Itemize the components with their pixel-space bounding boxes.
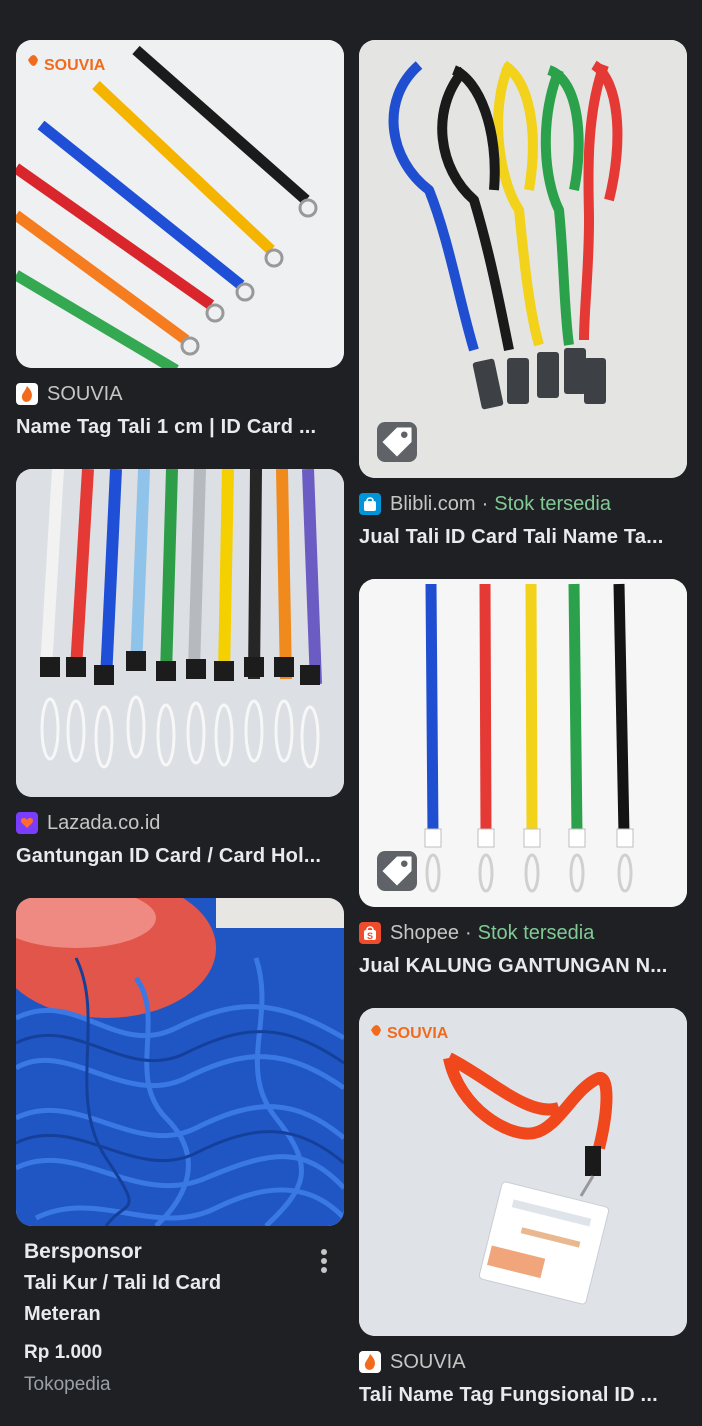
result-image[interactable] [16, 898, 344, 1226]
sponsored-label: Bersponsor [24, 1240, 142, 1263]
orange-lanyard-with-card-image: SOUVIA [359, 1008, 687, 1336]
result-image[interactable]: SOUVIA [359, 1008, 687, 1336]
result-image[interactable] [16, 469, 344, 797]
stock-status: Stok tersedia [494, 492, 611, 515]
sponsored-title-line: Meteran [24, 1303, 101, 1325]
blue-rope-pile-image [16, 898, 344, 1226]
result-title[interactable]: Tali Name Tag Fungsional ID ... [359, 1384, 687, 1407]
result-title[interactable]: Jual KALUNG GANTUNGAN N... [359, 955, 687, 978]
svg-text:SOUVIA: SOUVIA [387, 1025, 449, 1042]
result-title[interactable]: Gantungan ID Card / Card Hol... [16, 845, 344, 868]
souvia-flame-icon [359, 1351, 381, 1373]
result-source[interactable]: S Shopee · Stok tersedia [359, 921, 687, 945]
result-title[interactable]: Jual Tali ID Card Tali Name Ta... [359, 526, 687, 549]
lanyards-hanging-image [16, 469, 344, 797]
colorful-lanyards-image: SOUVIA [16, 40, 344, 368]
separator: · [481, 492, 489, 515]
source-name: SOUVIA [390, 1350, 466, 1373]
source-name: SOUVIA [47, 382, 123, 405]
source-name: Lazada.co.id [47, 811, 161, 834]
result-card-lazada[interactable]: Lazada.co.id Gantungan ID Card / Card Ho… [16, 469, 344, 868]
sponsored-card[interactable]: Bersponsor Tali Kur / Tali Id Card Meter… [16, 898, 344, 1396]
result-image[interactable] [359, 579, 687, 907]
more-options-icon[interactable] [314, 1246, 334, 1276]
svg-text:SOUVIA: SOUVIA [44, 57, 106, 74]
five-lanyards-image [359, 40, 687, 478]
souvia-flame-icon [16, 383, 38, 405]
sponsored-merchant: Tokopedia [24, 1374, 111, 1395]
result-image[interactable] [359, 40, 687, 478]
source-name: Blibli.com [390, 492, 476, 515]
blibli-bag-icon [359, 493, 381, 515]
result-card-souvia-1[interactable]: SOUVIA SOUVIA Name Tag Tali 1 cm | ID Ca… [16, 40, 344, 439]
shopee-bag-icon: S [359, 922, 381, 944]
image-results-grid: SOUVIA SOUVIA Name Tag Tali 1 cm | ID Ca… [0, 0, 702, 1426]
result-source[interactable]: SOUVIA [359, 1350, 687, 1374]
result-card-blibli[interactable]: Blibli.com · Stok tersedia Jual Tali ID … [359, 40, 687, 549]
sponsored-title[interactable]: Tali Kur / Tali Id Card Meteran [24, 1268, 274, 1330]
stock-status: Stok tersedia [477, 921, 595, 944]
lazada-heart-icon [16, 812, 38, 834]
shopping-tag-icon[interactable] [377, 851, 417, 891]
separator: · [464, 921, 472, 944]
source-name: Shopee [390, 921, 459, 944]
result-source[interactable]: Blibli.com · Stok tersedia [359, 492, 687, 516]
svg-text:S: S [367, 931, 373, 941]
result-source[interactable]: SOUVIA [16, 382, 344, 406]
results-column-left: SOUVIA SOUVIA Name Tag Tali 1 cm | ID Ca… [16, 40, 344, 1426]
sponsored-price: Rp 1.000 [24, 1342, 103, 1363]
sponsored-title-line: Tali Kur / Tali Id Card [24, 1272, 222, 1294]
result-card-shopee[interactable]: S Shopee · Stok tersedia Jual KALUNG GAN… [359, 579, 687, 978]
shopping-tag-icon[interactable] [377, 422, 417, 462]
result-source[interactable]: Lazada.co.id [16, 811, 344, 835]
result-card-souvia-2[interactable]: SOUVIA SOUVIA Tali Name Tag Fungsional I… [359, 1008, 687, 1407]
sponsored-info[interactable]: Bersponsor Tali Kur / Tali Id Card Meter… [16, 1240, 344, 1396]
result-title[interactable]: Name Tag Tali 1 cm | ID Card ... [16, 416, 344, 439]
results-column-right: Blibli.com · Stok tersedia Jual Tali ID … [359, 40, 687, 1426]
result-image[interactable]: SOUVIA [16, 40, 344, 368]
